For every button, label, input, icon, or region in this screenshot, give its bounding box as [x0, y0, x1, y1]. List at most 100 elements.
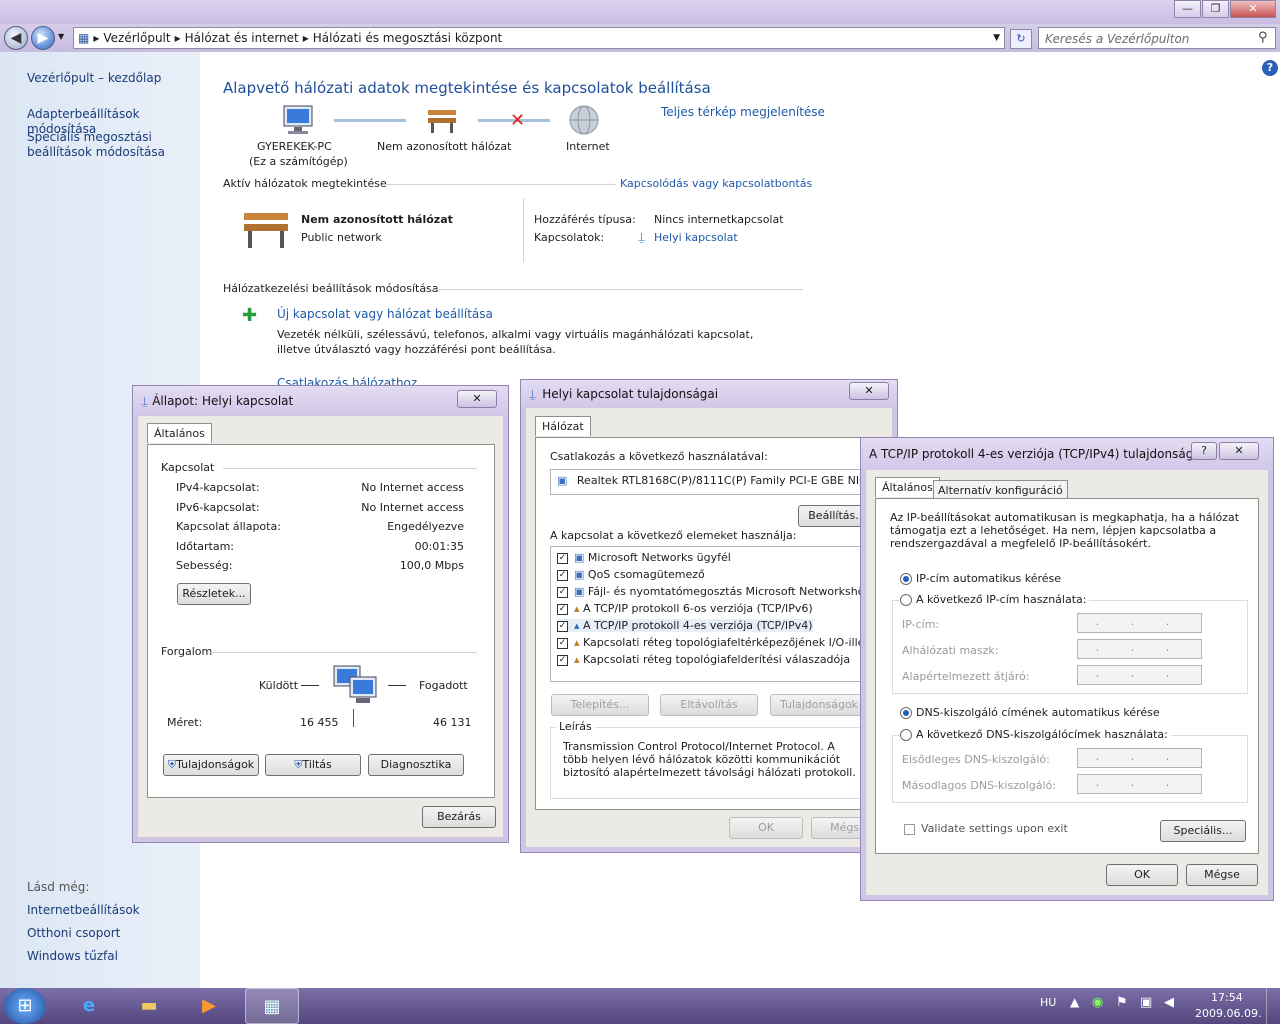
globe-icon: [568, 104, 600, 139]
subnet-mask-field[interactable]: . . .: [1077, 639, 1202, 659]
search-icon[interactable]: ⚲: [1258, 30, 1268, 45]
connect-using-label: Csatlakozás a következő használatával:: [550, 450, 768, 463]
manual-ip-label: A következő IP-cím használata:: [916, 593, 1087, 606]
tab-network[interactable]: Hálózat: [535, 416, 591, 436]
help-button[interactable]: ?: [1191, 442, 1217, 460]
ok-button[interactable]: OK: [729, 817, 803, 839]
properties-button[interactable]: ⛨Tulajdonságok: [163, 754, 259, 776]
uninstall-button[interactable]: Eltávolítás: [660, 694, 758, 716]
breadcrumb-network-sharing-center[interactable]: Hálózati és megosztási központ: [313, 31, 502, 45]
language-indicator[interactable]: HU: [1040, 996, 1056, 1009]
search-input[interactable]: Keresés a Vezérlőpulton: [1038, 27, 1276, 49]
address-dropdown-icon[interactable]: ▼: [993, 33, 1000, 43]
list-item-label: A TCP/IP protokoll 4-es verziója (TCP/IP…: [583, 619, 813, 632]
gateway-field[interactable]: . . .: [1077, 665, 1202, 685]
local-connection-link[interactable]: Helyi kapcsolat: [654, 231, 738, 244]
ip-address-field[interactable]: . . .: [1077, 613, 1202, 633]
control-panel-icon[interactable]: ▦: [245, 988, 299, 1024]
ethernet-icon: ⍊: [529, 386, 537, 401]
media-player-icon[interactable]: ▶: [182, 988, 236, 1024]
dialog-title: Helyi kapcsolat tulajdonságai: [542, 387, 719, 401]
preferred-dns-field[interactable]: . . .: [1077, 748, 1202, 768]
sidebar-link-internet-options[interactable]: Internetbeállítások: [27, 903, 140, 918]
sidebar-item-home[interactable]: Vezérlőpult – kezdőlap: [27, 71, 161, 86]
tab-general[interactable]: Általános: [875, 477, 940, 497]
back-icon[interactable]: ◀: [4, 26, 28, 50]
close-button[interactable]: ✕: [1219, 442, 1259, 460]
description-text: Transmission Control Protocol/Internet P…: [563, 740, 856, 779]
ethernet-icon: ⍊: [141, 393, 149, 408]
address-bar[interactable]: ▦ ▸ Vezérlőpult ▸ Hálózat és internet ▸ …: [73, 27, 1005, 49]
clock-date[interactable]: 2009.06.09.: [1195, 1007, 1261, 1020]
manual-ip-radio[interactable]: A következő IP-cím használata:: [900, 593, 1090, 606]
advanced-button[interactable]: Speciális...: [1160, 820, 1246, 842]
maximize-button[interactable]: ❐: [1202, 0, 1229, 18]
sidebar-item-sharing[interactable]: Speciális megosztási beállítások módosít…: [27, 130, 167, 160]
breadcrumb-network-internet[interactable]: Hálózat és internet: [185, 31, 299, 45]
list-item[interactable]: ✓ ▴ Kapcsolati réteg topológiafelderítési…: [557, 653, 850, 666]
bench-icon: [426, 106, 458, 137]
list-item-label: A TCP/IP protokoll 6-os verziója (TCP/IP…: [583, 602, 813, 615]
manual-dns-radio[interactable]: A következő DNS-kiszolgálócímek használa…: [900, 728, 1171, 741]
clock-time[interactable]: 17:54: [1211, 991, 1243, 1004]
new-connection-icon: ✚: [242, 305, 258, 326]
folder-icon[interactable]: ▬: [122, 988, 176, 1024]
install-button[interactable]: Telepítés...: [551, 694, 649, 716]
alternate-dns-field[interactable]: . . .: [1077, 774, 1202, 794]
refresh-icon[interactable]: ↻: [1010, 29, 1032, 49]
tab-alternate-config[interactable]: Alternatív konfiguráció: [933, 480, 1068, 500]
show-desktop-button[interactable]: [1266, 988, 1280, 1024]
diagnose-button[interactable]: Diagnosztika: [368, 754, 464, 776]
auto-dns-radio[interactable]: DNS-kiszolgáló címének automatikus kérés…: [900, 706, 1160, 719]
security-tray-icon[interactable]: ◉: [1092, 995, 1103, 1010]
ok-button[interactable]: OK: [1106, 864, 1178, 886]
breadcrumb-sep-icon: ▸: [93, 31, 100, 45]
close-button[interactable]: ✕: [457, 390, 497, 408]
cancel-button[interactable]: Mégse: [1186, 864, 1258, 886]
traffic-section-header: Forgalom: [161, 645, 213, 658]
minimize-button[interactable]: —: [1174, 0, 1201, 18]
list-item[interactable]: ✓ ▣ QoS csomagütemező: [557, 568, 705, 581]
new-connection-link[interactable]: Új kapcsolat vagy hálózat beállítása: [277, 307, 493, 321]
connect-disconnect-link[interactable]: Kapcsolódás vagy kapcsolatbontás: [620, 177, 812, 190]
full-map-link[interactable]: Teljes térkép megjelenítése: [661, 105, 825, 119]
breadcrumb-control-panel[interactable]: Vezérlőpult: [103, 31, 170, 45]
nic-icon: ▣: [557, 474, 568, 487]
active-networks-header: Aktív hálózatok megtekintése: [223, 177, 387, 190]
auto-ip-radio[interactable]: IP-cím automatikus kérése: [900, 572, 1061, 585]
connection-section-header: Kapcsolat: [161, 461, 215, 474]
item-properties-button[interactable]: Tulajdonságok: [770, 694, 868, 716]
description-header: Leírás: [556, 720, 595, 733]
received-label: Fogadott: [419, 679, 468, 692]
access-type-value: Nincs internetkapcsolat: [654, 213, 784, 226]
forward-icon[interactable]: ▶: [31, 26, 55, 50]
start-button-icon[interactable]: ⊞: [4, 988, 46, 1024]
close-dialog-button[interactable]: Bezárás: [422, 806, 496, 828]
shield-icon: ⛨: [167, 758, 177, 771]
list-item[interactable]: ✓ ▣ Microsoft Networks ügyfél: [557, 551, 731, 564]
list-item[interactable]: ✓ ▣ Fájl- és nyomtatómegosztás Microsoft …: [557, 585, 870, 598]
close-button[interactable]: ✕: [849, 382, 889, 400]
disable-button[interactable]: ⛨Tiltás: [265, 754, 361, 776]
sidebar-link-homegroup[interactable]: Otthoni csoport: [27, 926, 120, 941]
validate-checkbox[interactable]: Validate settings upon exit: [904, 822, 1068, 835]
sidebar-link-firewall[interactable]: Windows tűzfal: [27, 949, 118, 964]
divider: [523, 198, 524, 262]
action-center-flag-icon[interactable]: ⚑: [1116, 995, 1128, 1010]
network-pane: Csatlakozás a következő használatával: ▣…: [535, 437, 891, 810]
show-hidden-icons-icon[interactable]: ▲: [1070, 995, 1079, 1009]
list-item[interactable]: ✓ ▴ A TCP/IP protokoll 6-os verziója (TCP…: [557, 602, 813, 615]
recent-pages-chevron-icon[interactable]: ▼: [58, 32, 64, 41]
list-item[interactable]: ✓ ▴ Kapcsolati réteg topológiafeltérképez…: [557, 636, 890, 649]
list-item[interactable]: ✓ ▴ A TCP/IP protokoll 4-es verziója (TCP…: [557, 619, 813, 632]
ipv4-value: No Internet access: [361, 481, 464, 494]
close-button[interactable]: ✕: [1230, 0, 1276, 18]
media-state-value: Engedélyezve: [387, 520, 464, 533]
tab-general[interactable]: Általános: [147, 423, 212, 443]
speed-value: 100,0 Mbps: [399, 559, 464, 572]
internet-explorer-icon[interactable]: e: [62, 988, 116, 1024]
volume-icon[interactable]: ◀: [1164, 995, 1174, 1010]
details-button[interactable]: Részletek...: [177, 583, 251, 605]
network-tray-icon[interactable]: ▣: [1140, 995, 1152, 1010]
help-icon[interactable]: ?: [1262, 60, 1278, 76]
